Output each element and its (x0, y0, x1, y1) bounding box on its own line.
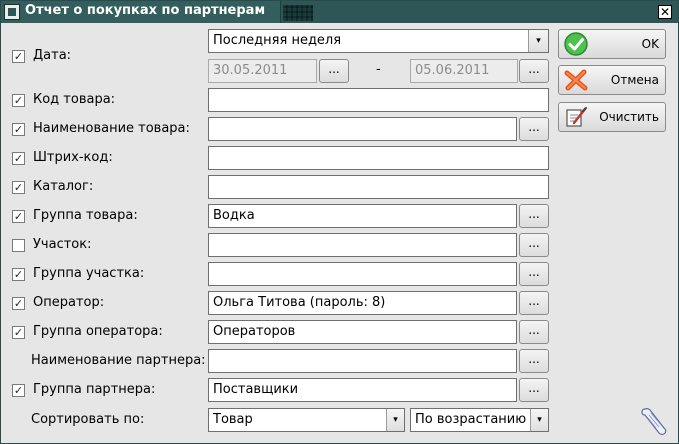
area-browse-button[interactable]: ... (519, 233, 549, 257)
operator-group-checkbox[interactable]: ✓ (12, 326, 25, 339)
period-select-value: Последняя неделя (213, 33, 342, 48)
product-code-label: Код товара: (33, 92, 116, 107)
window-title: Отчет о покупках по партнерам (25, 3, 266, 18)
title-bar[interactable]: Отчет о покупках по партнерам ✕ (1, 1, 678, 23)
period-dropdown-arrow-icon[interactable]: ▾ (528, 30, 548, 52)
product-group-browse-button[interactable]: ... (519, 204, 549, 228)
product-name-input[interactable] (208, 117, 517, 141)
report-dialog: Отчет о покупках по партнерам ✕ ✓ Дата: … (0, 0, 679, 444)
period-select[interactable]: Последняя неделя ▾ (208, 29, 549, 53)
operator-group-browse-button[interactable]: ... (519, 320, 549, 344)
date-to-field[interactable]: 05.06.2011 (410, 59, 518, 83)
barcode-label: Штрих-код: (33, 150, 113, 165)
clear-button-label: Очистить (599, 110, 659, 124)
date-to-browse-button[interactable]: ... (519, 59, 549, 83)
product-code-input[interactable] (208, 88, 549, 112)
sort-label: Сортировать по: (31, 412, 145, 427)
sort-field-dropdown-arrow-icon[interactable]: ▾ (386, 409, 404, 431)
sort-order-select[interactable]: По возрастанию ▾ (410, 408, 549, 432)
area-checkbox[interactable] (12, 239, 25, 252)
catalog-checkbox[interactable]: ✓ (12, 181, 25, 194)
catalog-input[interactable] (208, 175, 549, 199)
operator-browse-button[interactable]: ... (519, 291, 549, 315)
partner-group-input[interactable]: Поставщики (208, 378, 517, 402)
cancel-button-label: Отмена (610, 73, 659, 87)
area-input[interactable] (208, 233, 517, 257)
product-name-browse-button[interactable]: ... (519, 117, 549, 141)
date-range-dash: - (376, 62, 381, 77)
area-label: Участок: (33, 237, 92, 252)
sort-field-value: Товар (213, 412, 253, 427)
catalog-label: Каталог: (33, 179, 94, 194)
partner-name-browse-button[interactable]: ... (519, 349, 549, 373)
cancel-button[interactable]: Отмена (558, 65, 666, 95)
product-group-input[interactable]: Водка (208, 204, 517, 228)
partner-name-input[interactable] (208, 349, 517, 373)
area-group-label: Группа участка: (33, 266, 145, 281)
ok-button[interactable]: OK (558, 29, 666, 59)
clear-button[interactable]: Очистить (558, 102, 666, 132)
product-name-checkbox[interactable]: ✓ (12, 123, 25, 136)
partner-group-browse-button[interactable]: ... (519, 378, 549, 402)
sort-field-select[interactable]: Товар ▾ (208, 408, 405, 432)
operator-checkbox[interactable]: ✓ (12, 297, 25, 310)
product-group-checkbox[interactable]: ✓ (12, 210, 25, 223)
scroll-document-icon (641, 408, 667, 436)
date-checkbox[interactable]: ✓ (12, 50, 25, 63)
ok-button-label: OK (641, 37, 659, 51)
sort-order-value: По возрастанию (415, 412, 527, 427)
window-icon (4, 4, 20, 20)
title-grip-decoration (283, 5, 313, 21)
cancel-x-icon (564, 69, 588, 91)
area-group-input[interactable] (208, 262, 517, 286)
sort-order-dropdown-arrow-icon[interactable]: ▾ (530, 409, 548, 431)
clear-form-icon (566, 107, 587, 127)
product-code-checkbox[interactable]: ✓ (12, 94, 25, 107)
title-tab: Отчет о покупках по партнерам (1, 1, 281, 23)
close-button[interactable]: ✕ (658, 5, 672, 19)
ok-check-icon (564, 32, 588, 56)
date-from-field[interactable]: 30.05.2011 (208, 59, 317, 83)
barcode-input[interactable] (208, 146, 549, 170)
operator-input[interactable]: Ольга Титова (пароль: 8) (208, 291, 517, 315)
barcode-checkbox[interactable]: ✓ (12, 152, 25, 165)
date-from-browse-button[interactable]: ... (319, 59, 349, 83)
partner-group-checkbox[interactable]: ✓ (12, 384, 25, 397)
partner-group-label: Группа партнера: (33, 382, 156, 397)
product-group-label: Группа товара: (33, 208, 138, 223)
product-name-label: Наименование товара: (33, 121, 190, 136)
partner-name-label: Наименование партнера: (31, 353, 206, 368)
date-label: Дата: (33, 48, 72, 63)
area-group-browse-button[interactable]: ... (519, 262, 549, 286)
operator-group-label: Группа оператора: (33, 324, 163, 339)
operator-label: Оператор: (33, 295, 105, 310)
operator-group-input[interactable]: Операторов (208, 320, 517, 344)
area-group-checkbox[interactable]: ✓ (12, 268, 25, 281)
